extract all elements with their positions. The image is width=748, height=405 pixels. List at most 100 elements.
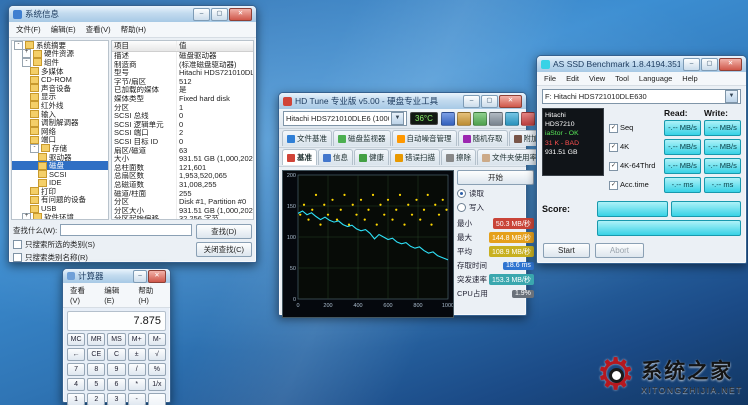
calc-key-=[interactable]: = [148,393,166,405]
table-row[interactable]: SCSI 端口2 [112,129,253,138]
exit-icon[interactable] [521,112,535,126]
calc-key-5[interactable]: 5 [87,378,105,391]
calc-key-*[interactable]: * [128,378,146,391]
find-button[interactable]: 查找(D) [196,224,252,239]
checkbox-icon[interactable]: ✓ [609,181,618,190]
table-row[interactable]: 总扇区数1,953,520,065 [112,172,253,181]
tree-item[interactable]: 网络 [12,127,108,136]
calc-key-%[interactable]: % [148,363,166,376]
tab-信息[interactable]: 信息 [318,149,353,165]
abort-button[interactable]: Abort [595,243,644,258]
calc-key-←[interactable]: ← [67,348,85,361]
checkbox-icon[interactable]: ✓ [609,143,618,152]
tab-自动噪音管理[interactable]: 自动噪音管理 [392,130,457,146]
table-row[interactable]: 扇区/磁道63 [112,147,253,156]
tree-expander-icon[interactable]: + [22,213,31,220]
table-row[interactable]: 制造商(标准磁盘驱动器) [112,61,253,70]
calc-key-/[interactable]: / [128,363,146,376]
tab-文件基准[interactable]: 文件基准 [282,130,332,146]
calc-key-CE[interactable]: CE [87,348,105,361]
table-row[interactable]: 磁道/柱面255 [112,190,253,199]
table-row[interactable]: 字节/扇区512 [112,78,253,87]
calculator-menu-item[interactable]: 帮助(H) [133,283,168,307]
table-row[interactable]: 型号Hitachi HDS721010DLE630 [112,69,253,78]
calc-key-C[interactable]: C [107,348,125,361]
search-input[interactable] [60,224,191,236]
properties-table[interactable]: 项目值描述磁盘驱动器制造商(标准磁盘驱动器)型号Hitachi HDS72101… [111,40,254,220]
table-row[interactable]: 分区Disk #1, Partition #0 [112,198,253,207]
read-radio[interactable] [457,189,466,198]
copy-icon[interactable] [473,112,487,126]
search-category-names-checkbox[interactable] [13,253,22,262]
calculator-menu-item[interactable]: 编辑(E) [99,283,133,307]
tree-item[interactable]: 调制解调器 [12,118,108,127]
minimize-button[interactable]: – [133,270,147,283]
maximize-button[interactable]: ▢ [701,58,718,71]
asssd-titlebar[interactable]: AS SSD Benchmark 1.8.4194.35123 – ▢ ✕ [537,56,746,72]
tree-item[interactable]: 多媒体 [12,67,108,76]
calc-key-±[interactable]: ± [128,348,146,361]
maximize-button[interactable]: ▢ [481,95,498,108]
table-row[interactable]: SCSI 目标 ID0 [112,138,253,147]
minimize-button[interactable]: – [193,8,210,21]
start-button[interactable]: 开始 [457,170,534,185]
sysinfo-menu-item[interactable]: 查看(V) [81,22,116,37]
tree-expander-icon[interactable]: - [22,58,31,67]
close-button[interactable]: ✕ [229,8,252,21]
calc-key-2[interactable]: 2 [87,393,105,405]
table-row[interactable]: 大小931.51 GB (1,000,202,273,280 字节) [112,155,253,164]
tree-item[interactable]: +硬件资源 [12,50,108,59]
calc-key-4[interactable]: 4 [67,378,85,391]
checkbox-icon[interactable]: ✓ [609,162,618,171]
tree-item[interactable]: SCSI [12,170,108,179]
table-row[interactable]: 描述磁盘驱动器 [112,52,253,61]
calculator-titlebar[interactable]: 计算器 – ✕ [63,269,170,283]
write-radio[interactable] [457,203,466,212]
tree-expander-icon[interactable]: - [30,144,39,153]
asssd-menu-item[interactable]: Help [677,72,702,85]
tab-基准[interactable]: 基准 [282,149,317,165]
asssd-menu-item[interactable]: Tool [610,72,634,85]
calc-key-MR[interactable]: MR [87,333,105,346]
category-tree[interactable]: -系统摘要+硬件资源-组件多媒体CD-ROM声音设备显示红外线输入调制解调器网络… [11,40,109,220]
table-row[interactable]: SCSI 总线0 [112,112,253,121]
maximize-button[interactable]: ▢ [211,8,228,21]
calc-key-1/x[interactable]: 1/x [148,378,166,391]
tree-item[interactable]: IDE [12,179,108,188]
search-selected-category-checkbox[interactable] [13,240,22,249]
close-find-button[interactable]: 关闭查找(C) [196,242,252,257]
screenshot-icon[interactable] [457,112,471,126]
calc-key-3[interactable]: 3 [107,393,125,405]
calculator-menu-item[interactable]: 查看(V) [65,283,99,307]
calc-key-8[interactable]: 8 [87,363,105,376]
asssd-drive-select[interactable]: F: Hitachi HDS721010DLE630 ▼ [542,89,741,104]
close-button[interactable]: ✕ [148,270,166,283]
table-row[interactable]: 分区大小931.51 GB (1,000,202,241,024 字节) [112,207,253,216]
minimize-button[interactable]: – [463,95,480,108]
tab-错误扫描[interactable]: 错误扫描 [390,149,440,165]
tree-item[interactable]: 磁盘 [12,161,108,170]
tree-item[interactable]: 红外线 [12,101,108,110]
sysinfo-menu-item[interactable]: 编辑(E) [46,22,81,37]
tab-磁盘监视器[interactable]: 磁盘监视器 [333,130,391,146]
tab-健康[interactable]: 健康 [354,149,389,165]
calc-key-M+[interactable]: M+ [128,333,146,346]
table-row[interactable]: 分区起始偏移32,256 字节 [112,215,253,220]
tab-随机存取[interactable]: 随机存取 [458,130,508,146]
calc-key-7[interactable]: 7 [67,363,85,376]
close-button[interactable]: ✕ [499,95,522,108]
tree-item[interactable]: +软件环境 [12,213,108,220]
table-row[interactable]: 总柱面数121,601 [112,164,253,173]
save-icon[interactable] [441,112,455,126]
tree-item[interactable]: 有问题的设备 [12,196,108,205]
asssd-menu-item[interactable]: File [539,72,561,85]
hdtune-titlebar[interactable]: HD Tune 专业版 v5.00 - 硬盘专业工具 – ▢ ✕ [279,93,526,109]
asssd-menu-item[interactable]: Language [634,72,677,85]
sysinfo-titlebar[interactable]: 系统信息 – ▢ ✕ [9,6,256,22]
calc-key--[interactable]: - [128,393,146,405]
calc-key-MC[interactable]: MC [67,333,85,346]
table-row[interactable]: 总磁道数31,008,255 [112,181,253,190]
table-row[interactable]: 媒体类型Fixed hard disk [112,95,253,104]
table-row[interactable]: SCSI 逻辑单元0 [112,121,253,130]
table-row[interactable]: 已加载的媒体是 [112,86,253,95]
